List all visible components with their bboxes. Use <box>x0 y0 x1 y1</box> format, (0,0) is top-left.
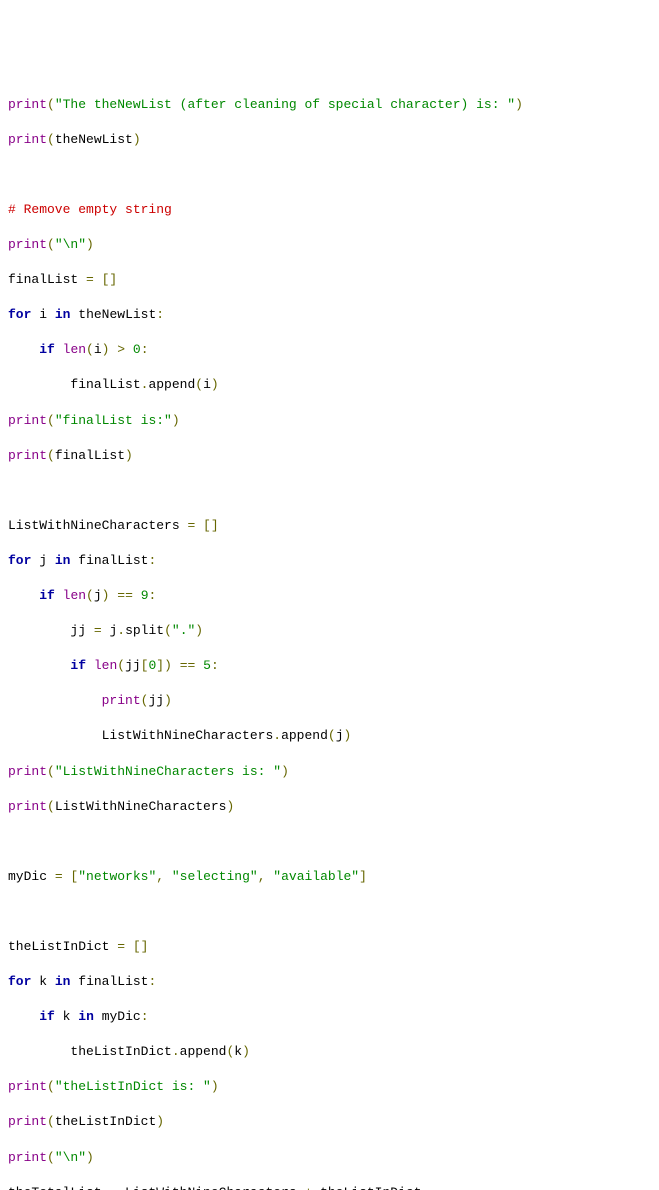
code-line: print(ListWithNineCharacters) <box>8 798 651 816</box>
code-line: ListWithNineCharacters.append(j) <box>8 727 651 745</box>
code-line: for k in finalList: <box>8 973 651 991</box>
code-line <box>8 166 651 184</box>
code-line <box>8 482 651 500</box>
code-line: # Remove empty string <box>8 201 651 219</box>
code-line: finalList = [] <box>8 271 651 289</box>
code-line: print("theListInDict is: ") <box>8 1078 651 1096</box>
code-line: if len(jj[0]) == 5: <box>8 657 651 675</box>
code-line: jj = j.split(".") <box>8 622 651 640</box>
code-line: if len(j) == 9: <box>8 587 651 605</box>
code-block: print("The theNewList (after cleaning of… <box>8 78 651 1190</box>
code-line: print(jj) <box>8 692 651 710</box>
code-line: print(finalList) <box>8 447 651 465</box>
code-line: ListWithNineCharacters = [] <box>8 517 651 535</box>
code-line: print("\n") <box>8 1149 651 1167</box>
code-line: theListInDict = [] <box>8 938 651 956</box>
code-line: print(theListInDict) <box>8 1113 651 1131</box>
code-line: if k in myDic: <box>8 1008 651 1026</box>
code-line: theTotalList = ListWithNineCharacters + … <box>8 1184 651 1190</box>
code-line: finalList.append(i) <box>8 376 651 394</box>
code-line: print("ListWithNineCharacters is: ") <box>8 763 651 781</box>
code-line: myDic = ["networks", "selecting", "avail… <box>8 868 651 886</box>
code-line: theListInDict.append(k) <box>8 1043 651 1061</box>
code-line: print("finalList is:") <box>8 412 651 430</box>
code-line: for i in theNewList: <box>8 306 651 324</box>
code-line: if len(i) > 0: <box>8 341 651 359</box>
code-line: for j in finalList: <box>8 552 651 570</box>
code-line: print("The theNewList (after cleaning of… <box>8 96 651 114</box>
code-line <box>8 903 651 921</box>
code-line: print(theNewList) <box>8 131 651 149</box>
code-line: print("\n") <box>8 236 651 254</box>
code-line <box>8 833 651 851</box>
